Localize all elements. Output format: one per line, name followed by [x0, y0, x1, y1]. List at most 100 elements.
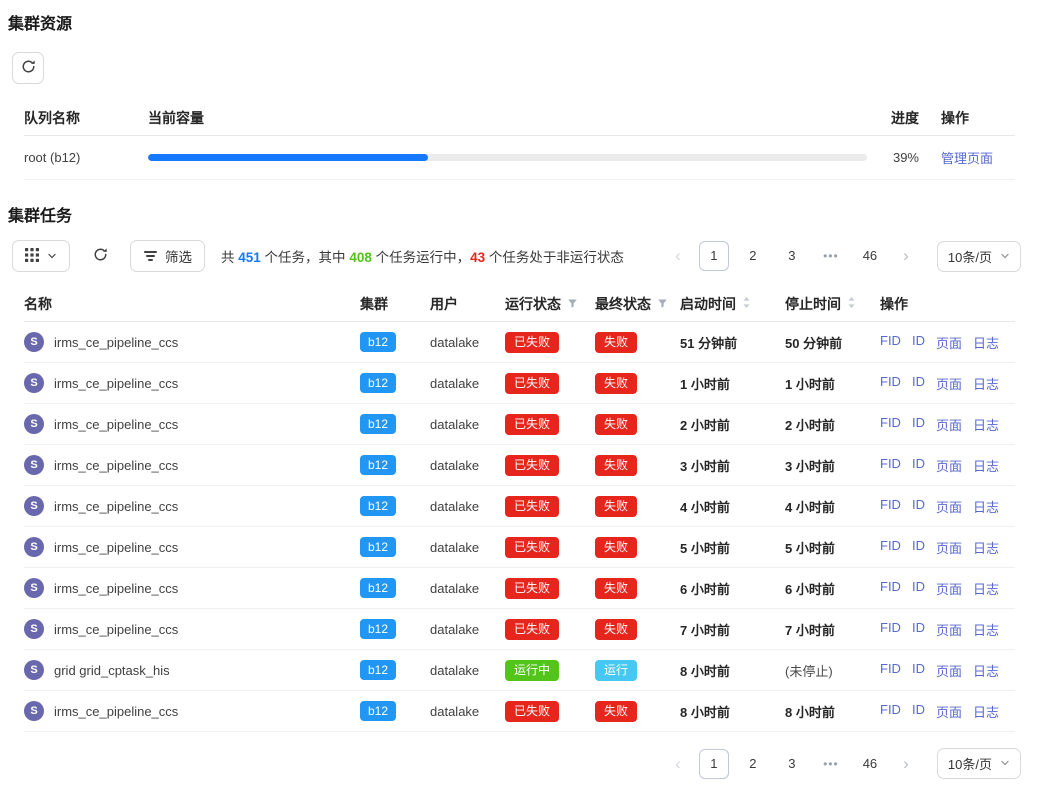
pagination-page-3[interactable]: 3: [777, 241, 807, 271]
start-time: 3 小时前: [680, 456, 785, 475]
pagination-next[interactable]: ›: [894, 750, 918, 778]
table-row: S irms_ce_pipeline_ccs b12 datalake 已失败 …: [24, 363, 1015, 404]
filter-button[interactable]: 筛选: [130, 240, 205, 272]
not-running-count: 43: [470, 250, 485, 265]
spark-avatar: S: [24, 332, 44, 352]
pagination-page-2[interactable]: 2: [738, 749, 768, 779]
tasks-toolbar: 筛选 共 451 个任务，其中 408 个任务运行中，43 个任务处于非运行状态…: [8, 240, 1031, 272]
action-link-fid[interactable]: FID: [880, 333, 901, 352]
action-link-fid[interactable]: FID: [880, 702, 901, 721]
action-link-fid[interactable]: FID: [880, 497, 901, 516]
start-time: 7 小时前: [680, 620, 785, 639]
start-time: 8 小时前: [680, 661, 785, 680]
capacity-progress-bar: [148, 154, 867, 161]
action-link-page[interactable]: 页面: [936, 538, 962, 557]
action-link-page[interactable]: 页面: [936, 661, 962, 680]
action-link-page[interactable]: 页面: [936, 374, 962, 393]
action-link-log[interactable]: 日志: [973, 702, 999, 721]
pagination-ellipsis[interactable]: •••: [816, 241, 846, 271]
col-header-start-time[interactable]: 启动时间: [680, 294, 785, 314]
action-link-log[interactable]: 日志: [973, 497, 999, 516]
run-status-badge: 已失败: [505, 701, 559, 722]
sort-icon[interactable]: [742, 296, 751, 312]
action-link-page[interactable]: 页面: [936, 579, 962, 598]
action-link-log[interactable]: 日志: [973, 538, 999, 557]
col-header-label: 集群: [360, 294, 388, 314]
task-table: 名称 集群 用户 运行状态 最终状态 启动时间 停止时间 操作 S: [8, 286, 1031, 732]
start-time: 8 小时前: [680, 702, 785, 721]
action-link-id[interactable]: ID: [912, 538, 925, 557]
action-link-log[interactable]: 日志: [973, 579, 999, 598]
refresh-icon: [21, 59, 36, 77]
action-link-page[interactable]: 页面: [936, 415, 962, 434]
action-link-fid[interactable]: FID: [880, 374, 901, 393]
layout-dropdown-button[interactable]: [12, 240, 70, 272]
action-link-fid[interactable]: FID: [880, 415, 901, 434]
filter-funnel-icon[interactable]: [657, 296, 668, 312]
action-link-log[interactable]: 日志: [973, 333, 999, 352]
running-count: 408: [349, 250, 372, 265]
table-row: S irms_ce_pipeline_ccs b12 datalake 已失败 …: [24, 527, 1015, 568]
action-link-fid[interactable]: FID: [880, 620, 901, 639]
action-link-log[interactable]: 日志: [973, 456, 999, 475]
action-link-id[interactable]: ID: [912, 456, 925, 475]
refresh-resources-button[interactable]: [12, 52, 44, 84]
run-status-badge: 已失败: [505, 332, 559, 353]
summary-mid1: 个任务，其中: [261, 250, 350, 265]
action-link-page[interactable]: 页面: [936, 456, 962, 475]
col-header-label: 操作: [880, 294, 908, 314]
pagination-page-46[interactable]: 46: [855, 241, 885, 271]
action-link-page[interactable]: 页面: [936, 497, 962, 516]
action-link-log[interactable]: 日志: [973, 415, 999, 434]
final-status-badge: 失败: [595, 414, 637, 435]
action-link-page[interactable]: 页面: [936, 702, 962, 721]
pagination-page-46[interactable]: 46: [855, 749, 885, 779]
action-link-id[interactable]: ID: [912, 415, 925, 434]
action-link-id[interactable]: ID: [912, 620, 925, 639]
run-status-badge: 已失败: [505, 455, 559, 476]
action-link-id[interactable]: ID: [912, 374, 925, 393]
run-status-badge: 已失败: [505, 496, 559, 517]
pagination-prev[interactable]: ‹: [666, 242, 690, 270]
action-link-page[interactable]: 页面: [936, 333, 962, 352]
col-header-cluster: 集群: [360, 294, 430, 314]
action-link-log[interactable]: 日志: [973, 661, 999, 680]
filter-funnel-icon[interactable]: [567, 296, 578, 312]
action-link-id[interactable]: ID: [912, 702, 925, 721]
sort-icon[interactable]: [847, 296, 856, 312]
action-link-id[interactable]: ID: [912, 333, 925, 352]
refresh-tasks-button[interactable]: [86, 240, 114, 272]
action-link-id[interactable]: ID: [912, 497, 925, 516]
col-header-user: 用户: [430, 294, 505, 314]
pagination-ellipsis[interactable]: •••: [816, 749, 846, 779]
filter-icon: [143, 251, 157, 261]
action-link-log[interactable]: 日志: [973, 620, 999, 639]
pagination-page-1[interactable]: 1: [699, 749, 729, 779]
action-link-page[interactable]: 页面: [936, 620, 962, 639]
user-name: datalake: [430, 540, 505, 555]
pagination-page-3[interactable]: 3: [777, 749, 807, 779]
page-size-select[interactable]: 10条/页: [937, 748, 1021, 779]
pagination-next[interactable]: ›: [894, 242, 918, 270]
pagination-page-1[interactable]: 1: [699, 241, 729, 271]
page-size-select[interactable]: 10条/页: [937, 241, 1021, 272]
task-name: irms_ce_pipeline_ccs: [54, 376, 178, 391]
action-link-log[interactable]: 日志: [973, 374, 999, 393]
final-status-badge: 失败: [595, 701, 637, 722]
action-link-fid[interactable]: FID: [880, 661, 901, 680]
task-summary: 共 451 个任务，其中 408 个任务运行中，43 个任务处于非运行状态: [221, 246, 650, 266]
col-header-label: 运行状态: [505, 294, 561, 314]
pagination-bottom: ‹ 123 ••• 46 › 10条/页: [666, 748, 1021, 779]
col-header-stop-time[interactable]: 停止时间: [785, 294, 880, 314]
action-link-fid[interactable]: FID: [880, 456, 901, 475]
manage-page-link[interactable]: 管理页面: [941, 151, 993, 166]
pagination-page-2[interactable]: 2: [738, 241, 768, 271]
row-actions: FID ID 页面日志: [880, 374, 1015, 393]
action-link-id[interactable]: ID: [912, 579, 925, 598]
stop-time: 4 小时前: [785, 497, 880, 516]
action-link-fid[interactable]: FID: [880, 579, 901, 598]
task-name: irms_ce_pipeline_ccs: [54, 704, 178, 719]
pagination-prev[interactable]: ‹: [666, 750, 690, 778]
action-link-id[interactable]: ID: [912, 661, 925, 680]
action-link-fid[interactable]: FID: [880, 538, 901, 557]
